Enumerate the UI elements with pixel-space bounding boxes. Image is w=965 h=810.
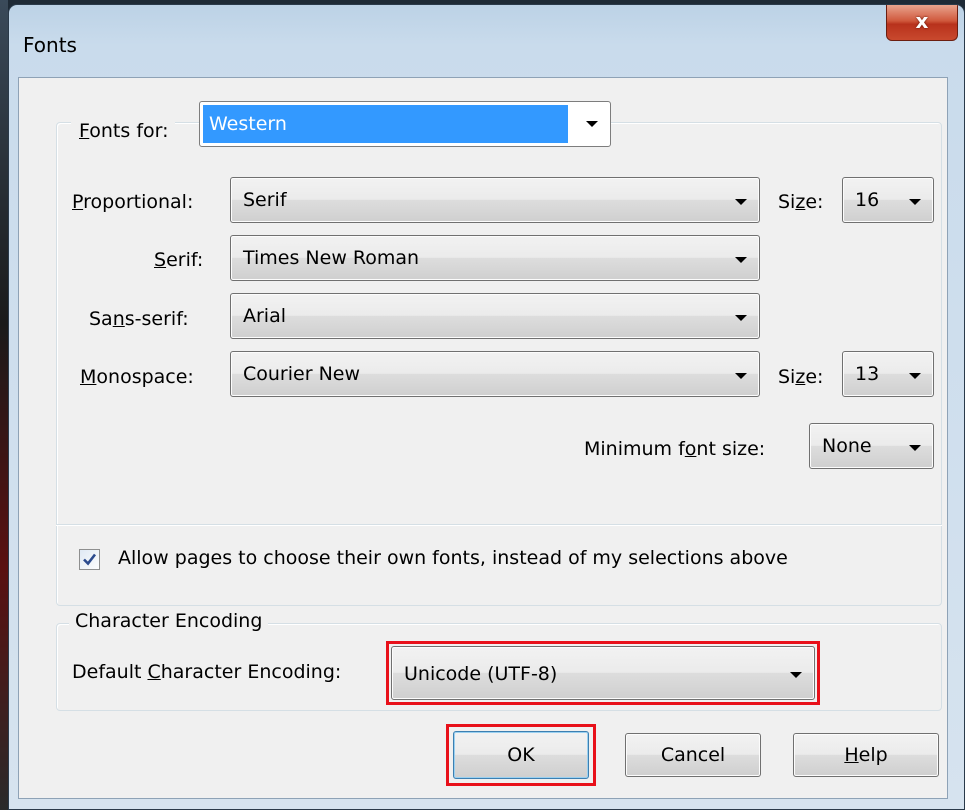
fonts-dialog: Fonts x Fonts for: Western Proportional:… — [8, 4, 965, 810]
chevron-down-icon — [735, 315, 747, 321]
sans-serif-value: Arial — [243, 305, 287, 327]
fonts-for-select[interactable]: Western — [199, 101, 611, 147]
minimum-font-size-label: Minimum font size: — [584, 438, 766, 460]
monospace-size-value: 13 — [855, 363, 880, 385]
monospace-size-label: Size: — [778, 366, 824, 388]
default-encoding-value: Unicode (UTF-8) — [404, 663, 558, 685]
title-bar[interactable]: Fonts x — [9, 5, 964, 77]
ok-button-label: OK — [507, 744, 535, 766]
close-button[interactable]: x — [886, 5, 958, 41]
minimum-font-size-value: None — [822, 435, 872, 457]
chevron-down-icon — [735, 199, 747, 205]
dialog-client-area: Fonts for: Western Proportional: Serif S… — [18, 77, 948, 799]
serif-label: Serif: — [154, 249, 204, 271]
cancel-button[interactable]: Cancel — [625, 733, 761, 777]
proportional-size-select[interactable]: 16 — [842, 177, 934, 223]
default-encoding-select[interactable]: Unicode (UTF-8) — [391, 646, 815, 700]
help-button[interactable]: Help — [793, 733, 939, 777]
proportional-size-value: 16 — [855, 189, 880, 211]
serif-value: Times New Roman — [243, 247, 420, 269]
proportional-select[interactable]: Serif — [230, 177, 760, 223]
chevron-down-icon — [909, 445, 921, 451]
default-encoding-label: Default Character Encoding: — [72, 661, 342, 683]
serif-select[interactable]: Times New Roman — [230, 235, 760, 281]
checkmark-icon — [83, 553, 97, 566]
desktop-background — [0, 0, 8, 810]
minimum-font-size-select[interactable]: None — [809, 423, 934, 469]
fonts-for-selected-value: Western — [203, 105, 568, 143]
proportional-value: Serif — [243, 189, 287, 211]
sans-serif-select[interactable]: Arial — [230, 293, 760, 339]
cancel-button-label: Cancel — [660, 744, 726, 766]
help-button-label: Help — [844, 744, 888, 766]
separator — [56, 524, 942, 526]
chevron-down-icon — [586, 121, 598, 127]
proportional-size-label: Size: — [778, 191, 824, 213]
monospace-select[interactable]: Courier New — [230, 351, 760, 397]
chevron-down-icon — [735, 257, 747, 263]
proportional-label: Proportional: — [72, 191, 194, 213]
chevron-down-icon — [909, 199, 921, 205]
sans-serif-label: Sans-serif: — [89, 308, 189, 330]
chevron-down-icon — [735, 373, 747, 379]
character-encoding-group-title: Character Encoding — [69, 610, 269, 632]
ok-button[interactable]: OK — [453, 731, 589, 779]
close-icon: x — [915, 9, 929, 33]
monospace-size-select[interactable]: 13 — [842, 351, 934, 397]
window-title: Fonts — [23, 33, 77, 57]
chevron-down-icon — [909, 373, 921, 379]
chevron-down-icon — [790, 672, 802, 678]
allow-pages-label[interactable]: Allow pages to choose their own fonts, i… — [118, 547, 788, 569]
monospace-label: Monospace: — [80, 366, 194, 388]
allow-pages-checkbox[interactable] — [79, 549, 100, 570]
fonts-for-label: Fonts for: — [71, 116, 175, 146]
monospace-value: Courier New — [243, 363, 361, 385]
